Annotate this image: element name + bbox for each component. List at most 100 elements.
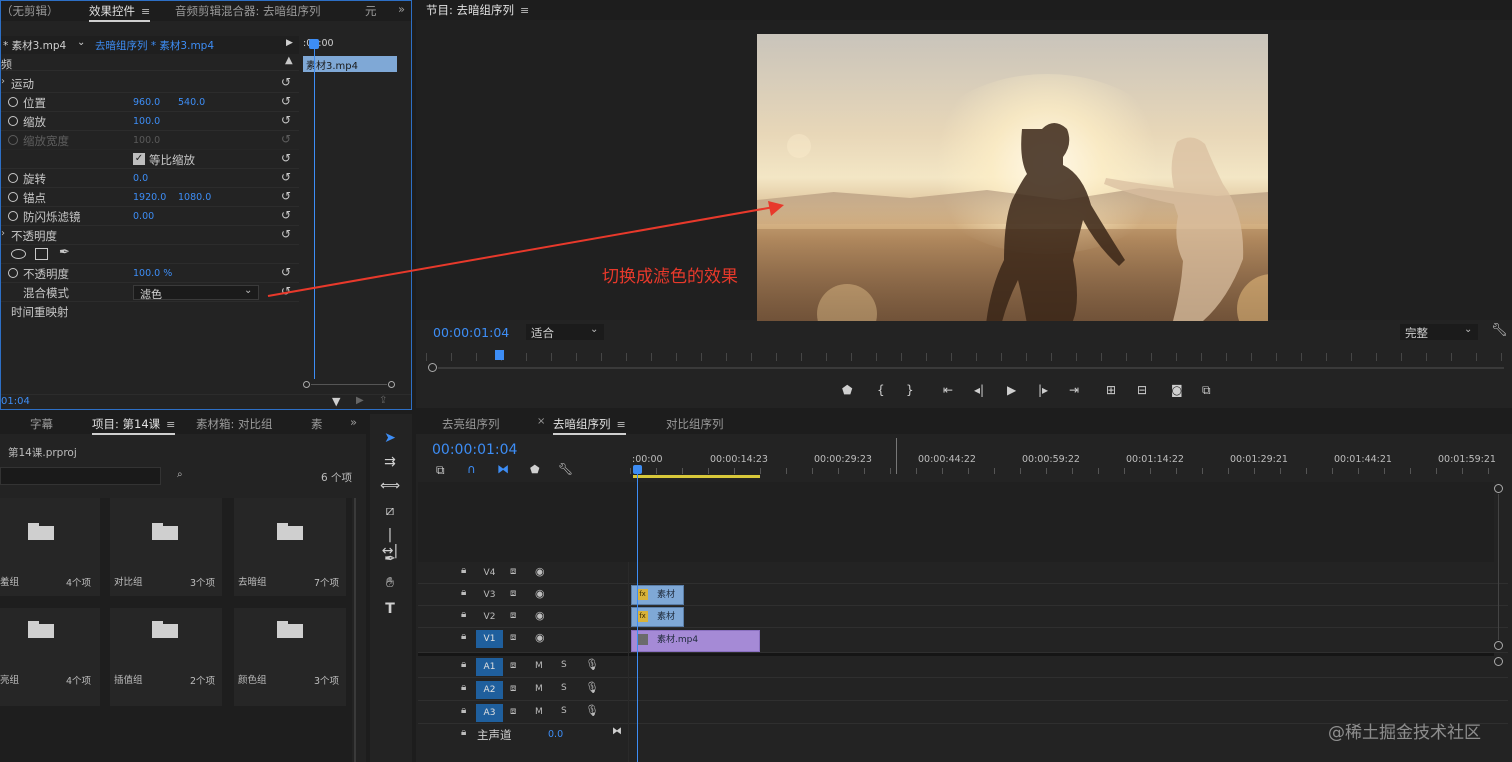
track-v3[interactable]: 🔒︎ V3 ⧈ ◉	[418, 584, 1508, 606]
track-label[interactable]: V4	[476, 564, 503, 582]
monitor-scrubber[interactable]	[426, 363, 1506, 373]
mini-zoom-scrollbar[interactable]	[303, 381, 395, 388]
track-label[interactable]: V2	[476, 608, 503, 626]
tab-audio-mixer[interactable]: 音频剪辑混合器: 去暗组序列	[175, 3, 321, 19]
scale-value[interactable]: 100.0	[133, 116, 160, 127]
ripple-edit-tool-icon[interactable]: ⟺	[380, 478, 400, 496]
monitor-playhead[interactable]	[495, 350, 504, 360]
resolution-select[interactable]: 完整 ⌄	[1400, 324, 1478, 340]
eye-icon[interactable]: ◉	[535, 609, 545, 622]
wrench-icon[interactable]: 🔧︎	[1491, 323, 1508, 338]
tab-metadata[interactable]: 元	[365, 3, 377, 19]
lock-icon[interactable]: 🔒︎	[461, 727, 466, 738]
tab-bin[interactable]: 素材箱: 对比组	[196, 416, 273, 432]
lock-icon[interactable]: 🔒︎	[461, 631, 466, 642]
reset-icon[interactable]: ↺	[281, 94, 291, 108]
wrench-icon[interactable]: 🔧︎	[558, 462, 573, 476]
rectangle-mask-icon[interactable]	[35, 248, 48, 260]
stopwatch-icon[interactable]	[8, 173, 18, 183]
reset-icon[interactable]: ↺	[281, 151, 291, 165]
sync-lock-icon[interactable]: ⧈	[510, 660, 516, 671]
tab-no-clip[interactable]: （无剪辑）	[1, 3, 59, 19]
anchor-y-value[interactable]: 1080.0	[178, 192, 211, 203]
expand-icon[interactable]: ›	[1, 228, 5, 239]
linked-selection-icon[interactable]: ⧓	[497, 462, 509, 476]
menu-icon[interactable]: ≡	[617, 418, 626, 431]
clip-v1[interactable]: fx 素材.mp4	[631, 630, 760, 652]
track-select-tool-icon[interactable]: ⇉	[380, 454, 400, 472]
tab-effect-controls[interactable]: 效果控件 ≡	[89, 3, 151, 22]
tab-sequence[interactable]: 去亮组序列	[442, 416, 500, 432]
overflow-chevron-icon[interactable]: »	[398, 2, 405, 16]
eye-icon[interactable]: ◉	[535, 631, 545, 644]
menu-icon[interactable]: ≡	[141, 5, 150, 18]
track-label[interactable]: V3	[476, 586, 503, 604]
footer-timecode[interactable]: 01:04	[1, 396, 30, 407]
play-icon[interactable]: ▶	[286, 38, 293, 48]
new-search-bin-icon[interactable]: ⌕	[177, 469, 183, 480]
add-marker-icon[interactable]: ⬟	[842, 383, 852, 397]
nest-icon[interactable]: ⧉	[436, 463, 445, 478]
position-x-value[interactable]: 960.0	[133, 97, 160, 108]
anti-flicker-value[interactable]: 0.00	[133, 211, 154, 222]
tab-project[interactable]: 项目: 第14课 ≡	[92, 416, 176, 435]
mute-button[interactable]: M	[535, 707, 543, 717]
hand-tool-icon[interactable]: ✋︎	[380, 575, 400, 593]
tab-program[interactable]: 节目: 去暗组序列 ≡	[426, 2, 529, 18]
go-to-out-icon[interactable]: ⇥	[1069, 383, 1079, 397]
microphone-icon[interactable]: 🎙︎	[585, 704, 599, 717]
program-timecode[interactable]: 00:00:01:04	[433, 325, 509, 340]
solo-button[interactable]: S	[561, 683, 567, 693]
sync-lock-icon[interactable]: ⧈	[510, 683, 516, 694]
chevron-down-icon[interactable]: ⌄	[77, 37, 85, 48]
sync-lock-icon[interactable]: ⧈	[510, 706, 516, 717]
type-tool-icon[interactable]: T	[380, 601, 400, 619]
razor-tool-icon[interactable]: ⧄	[380, 503, 400, 521]
sync-lock-icon[interactable]: ⧈	[510, 566, 516, 577]
audio-scroll-handle[interactable]	[1494, 657, 1503, 666]
sync-lock-icon[interactable]: ⧈	[510, 632, 516, 643]
comparison-view-icon[interactable]: ⧉	[1202, 383, 1211, 398]
scroll-handle-bottom[interactable]	[1494, 641, 1503, 650]
lift-icon[interactable]: ⊞	[1106, 383, 1116, 397]
bin-tile[interactable]: 插值组 2个项	[110, 608, 222, 706]
lock-icon[interactable]: 🔒︎	[461, 587, 466, 598]
sequence-clip-label[interactable]: 去暗组序列 * 素材3.mp4	[95, 38, 214, 53]
motion-row[interactable]: › 运动 ↺	[1, 74, 299, 93]
solo-button[interactable]: S	[561, 706, 567, 716]
mute-button[interactable]: M	[535, 684, 543, 694]
scroll-handle-top[interactable]	[1494, 484, 1503, 493]
eye-icon[interactable]: ◉	[535, 587, 545, 600]
video-tracks-scrollbar[interactable]	[1494, 484, 1503, 650]
go-to-end-icon[interactable]: ⧓	[612, 726, 622, 737]
lock-icon[interactable]: 🔒︎	[461, 705, 466, 716]
mark-in-icon[interactable]: {	[877, 383, 885, 397]
step-forward-icon[interactable]: |▸	[1038, 383, 1048, 397]
add-marker-icon[interactable]: ⬟	[530, 463, 540, 476]
track-v1[interactable]: 🔒︎ V1 ⧈ ◉	[418, 628, 1508, 653]
work-area-bar[interactable]	[633, 475, 760, 478]
track-a1[interactable]: 🔒︎ A1 ⧈ M S 🎙︎	[418, 656, 1508, 678]
mini-timeline-clip[interactable]: 素材3.mp4	[303, 56, 397, 72]
tab-more[interactable]: 素	[311, 416, 323, 432]
scrub-start-handle[interactable]	[428, 363, 437, 372]
slip-tool-icon[interactable]: |↔|	[380, 527, 400, 559]
reset-icon[interactable]: ↺	[281, 75, 291, 89]
pen-mask-icon[interactable]: ✒	[59, 245, 70, 260]
step-back-icon[interactable]: ◂|	[974, 383, 984, 397]
track-v2[interactable]: 🔒︎ V2 ⧈ ◉	[418, 606, 1508, 628]
track-label[interactable]: V1	[476, 630, 503, 648]
scroll-handle-right[interactable]	[388, 381, 395, 388]
eye-icon[interactable]: ◉	[535, 565, 545, 578]
mute-button[interactable]: M	[535, 661, 543, 671]
clip-v3[interactable]: fx 素材	[631, 585, 684, 605]
position-y-value[interactable]: 540.0	[178, 97, 205, 108]
uniform-scale-checkbox[interactable]: ✓	[133, 153, 145, 165]
anchor-x-value[interactable]: 1920.0	[133, 192, 166, 203]
filter-icon[interactable]: ▼	[332, 395, 340, 408]
track-label[interactable]: A3	[476, 704, 503, 722]
bin-tile[interactable]: 对比组 3个项	[110, 498, 222, 596]
lock-icon[interactable]: 🔒︎	[461, 682, 466, 693]
lock-icon[interactable]: 🔒︎	[461, 609, 466, 620]
tab-sequence-active[interactable]: 去暗组序列 ≡	[553, 416, 626, 435]
